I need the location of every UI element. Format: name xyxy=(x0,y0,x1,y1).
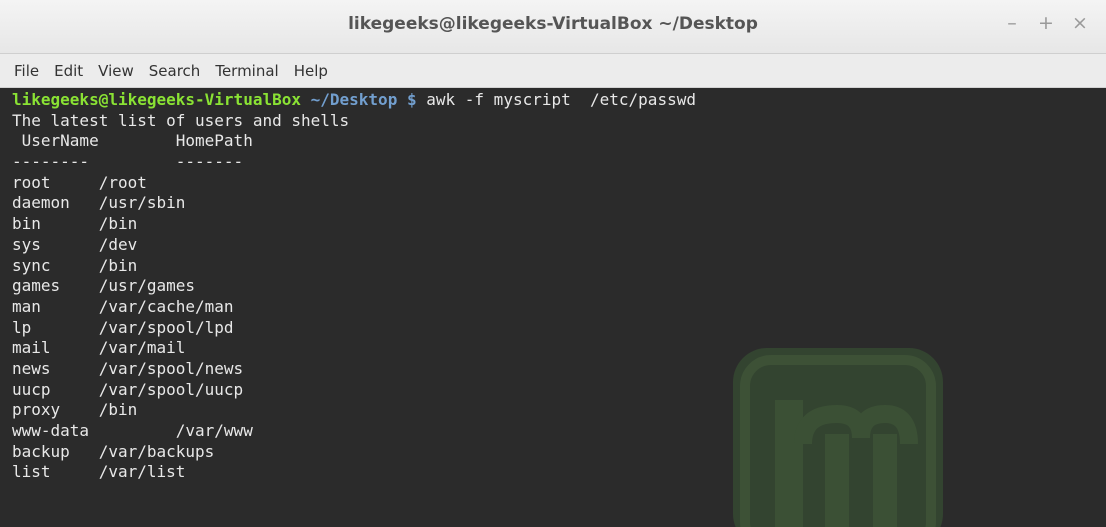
menu-bar: File Edit View Search Terminal Help xyxy=(0,54,1106,88)
prompt-path: ~/Desktop xyxy=(310,90,398,109)
output-line: list /var/list xyxy=(12,462,186,482)
output-line: uucp /var/spool/uucp xyxy=(12,379,244,399)
linux-mint-logo-icon xyxy=(733,348,943,527)
menu-view[interactable]: View xyxy=(98,62,134,80)
menu-file[interactable]: File xyxy=(14,62,39,80)
terminal-output: likegeeks@likegeeks-VirtualBox ~/Desktop… xyxy=(12,90,696,483)
output-line: root /root xyxy=(12,172,147,192)
minimize-button[interactable]: – xyxy=(1002,12,1022,34)
menu-edit[interactable]: Edit xyxy=(54,62,83,80)
window-controls: – + × xyxy=(1002,12,1090,34)
prompt-dollar: $ xyxy=(406,90,417,109)
prompt-line: likegeeks@likegeeks-VirtualBox ~/Desktop… xyxy=(12,90,696,111)
output-line: UserName HomePath xyxy=(12,131,253,151)
output-line: bin /bin xyxy=(12,214,138,234)
menu-help[interactable]: Help xyxy=(294,62,328,80)
close-button[interactable]: × xyxy=(1070,12,1090,34)
output-line: The latest list of users and shells xyxy=(12,110,350,130)
terminal-area[interactable]: likegeeks@likegeeks-VirtualBox ~/Desktop… xyxy=(0,88,1106,527)
output-line: www-data /var/www xyxy=(12,421,253,440)
output-line: -------- ------- xyxy=(12,152,244,172)
output-line: proxy /bin xyxy=(12,400,138,420)
prompt-user-host: likegeeks@likegeeks-VirtualBox xyxy=(12,90,301,109)
output-line: games /usr/games xyxy=(12,276,196,296)
output-line: lp /var/spool/lpd xyxy=(12,317,234,337)
terminal-window: likegeeks@likegeeks-VirtualBox ~/Desktop… xyxy=(0,0,1106,527)
output-line: mail /var/mail xyxy=(12,338,186,358)
menu-search[interactable]: Search xyxy=(149,62,201,80)
output-line: man /var/cache/man xyxy=(12,296,234,316)
output-line: daemon /usr/sbin xyxy=(12,193,186,213)
window-title: likegeeks@likegeeks-VirtualBox ~/Desktop xyxy=(348,14,758,34)
output-line: backup /var/backups xyxy=(12,441,215,461)
output-line: sys /dev xyxy=(12,234,138,254)
title-bar[interactable]: likegeeks@likegeeks-VirtualBox ~/Desktop… xyxy=(0,0,1106,54)
output-line: news /var/spool/news xyxy=(12,358,244,378)
output-line: sync /bin xyxy=(12,255,138,275)
maximize-button[interactable]: + xyxy=(1036,12,1056,34)
menu-terminal[interactable]: Terminal xyxy=(215,62,278,80)
command-text: awk -f myscript /etc/passwd xyxy=(426,90,696,109)
